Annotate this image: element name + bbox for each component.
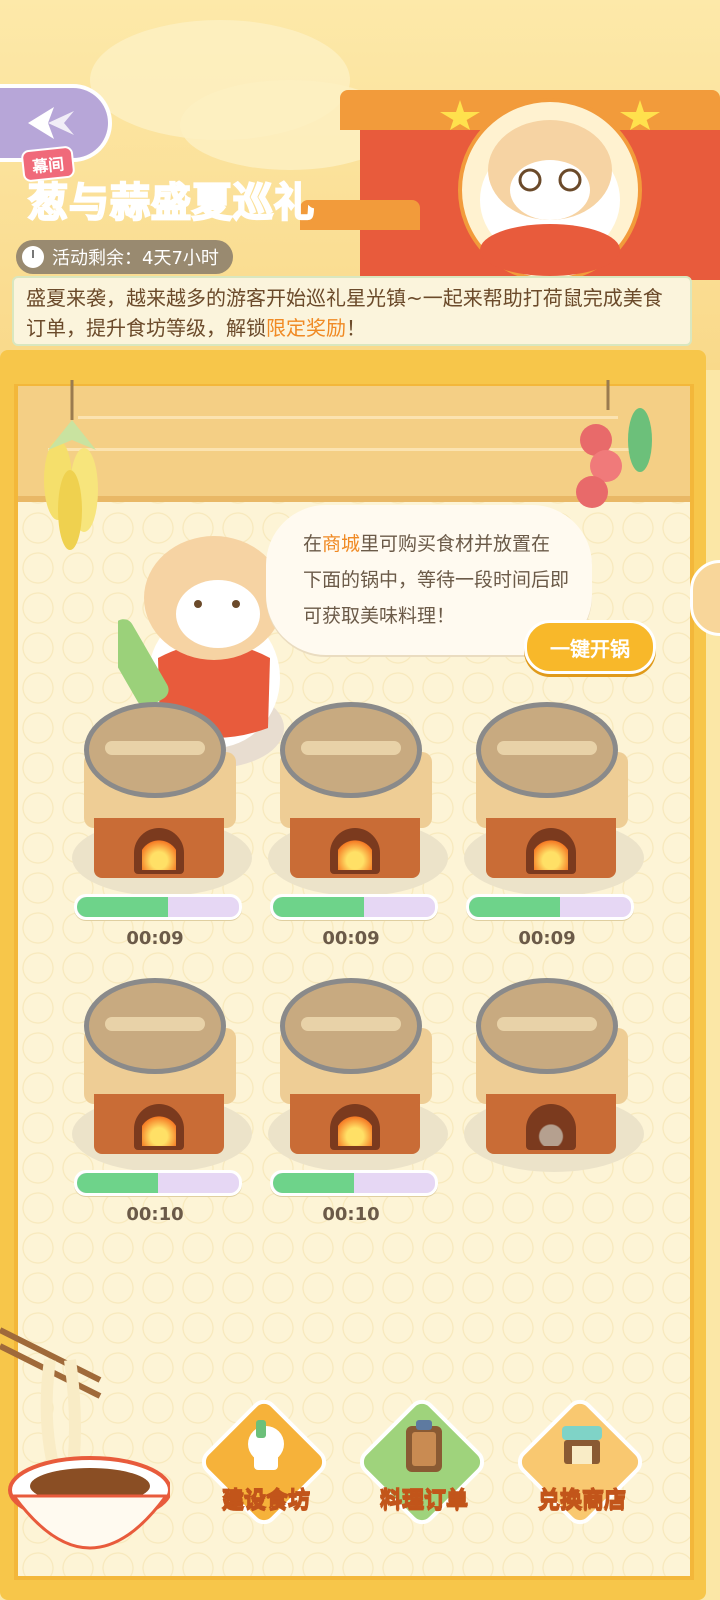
ash-icon — [534, 1114, 568, 1146]
fire-icon — [142, 1114, 176, 1146]
event-title-part1: 葱与蒜 — [27, 179, 151, 227]
progress-fill — [77, 1173, 158, 1193]
pot-lid — [280, 702, 422, 798]
progress-fill — [273, 897, 364, 917]
progress-fill — [273, 1173, 354, 1193]
build-kitchen-button[interactable]: 建设食坊 — [196, 1394, 336, 1534]
wall-line — [78, 416, 618, 419]
cooking-orders-button[interactable]: 料理订单 — [354, 1394, 494, 1534]
cooking-time: 00:10 — [126, 1204, 184, 1225]
tip-prefix: 在 — [303, 533, 323, 555]
stove[interactable] — [464, 978, 644, 1218]
wall-line — [48, 448, 648, 451]
hanging-peppers — [576, 380, 652, 508]
cooking-time: 00:10 — [322, 1204, 380, 1225]
cooking-progress-bar — [74, 1170, 242, 1196]
cooking-progress-bar — [270, 894, 438, 920]
progress-fill — [77, 897, 168, 917]
progress-fill — [469, 897, 560, 917]
noodle-bowl-decoration — [0, 1327, 170, 1550]
cooking-time: 00:09 — [126, 928, 184, 949]
timer-label: 活动剩余： — [52, 248, 142, 269]
fire-icon — [142, 838, 176, 870]
cooking-progress-bar — [466, 894, 634, 920]
event-timer: 活动剩余： 4天7小时 — [16, 240, 233, 274]
chef-hat-icon — [248, 1420, 284, 1470]
exchange-shop-button[interactable]: 兑换商店 — [512, 1394, 652, 1534]
cooking-orders-label: 料理订单 — [379, 1488, 468, 1514]
fire-icon — [338, 1114, 372, 1146]
pot-lid — [476, 978, 618, 1074]
pot-lid — [280, 978, 422, 1074]
back-arrow-icon — [28, 107, 74, 139]
tip-text: 在商城里可购买食材并放置在下面的锅中，等待一段时间后即可获取美味料理！ — [303, 526, 569, 634]
pot-lid — [84, 978, 226, 1074]
shop-link[interactable]: 商城 — [322, 533, 360, 555]
description-end: ！ — [346, 316, 366, 340]
cooking-time: 00:09 — [322, 928, 380, 949]
cooking-time: 00:09 — [518, 928, 576, 949]
hanging-corn — [44, 380, 98, 550]
clipboard-icon — [406, 1420, 442, 1472]
pot-lid — [476, 702, 618, 798]
event-title: 葱与蒜盛夏巡礼 — [27, 170, 315, 228]
palace-roof — [300, 200, 420, 230]
open-all-pots-button[interactable]: 一键开锅 — [524, 620, 656, 674]
exchange-shop-label: 兑换商店 — [537, 1488, 626, 1514]
cooking-progress-bar — [270, 1170, 438, 1196]
hamster-mascot-top — [440, 98, 660, 280]
event-description: 盛夏来袭，越来越多的游客开始巡礼星光镇~一起来帮助打荷鼠完成美食订单，提升食坊等… — [12, 276, 692, 346]
timer-value: 4天7小时 — [142, 248, 219, 269]
clock-icon — [22, 246, 44, 268]
event-title-part2: 盛夏巡礼 — [150, 179, 315, 227]
fire-icon — [534, 838, 568, 870]
pot-lid — [84, 702, 226, 798]
cooking-progress-bar — [74, 894, 242, 920]
shop-icon — [562, 1426, 602, 1464]
fire-icon — [338, 838, 372, 870]
description-highlight: 限定奖励 — [266, 316, 346, 340]
build-kitchen-label: 建设食坊 — [221, 1488, 310, 1514]
